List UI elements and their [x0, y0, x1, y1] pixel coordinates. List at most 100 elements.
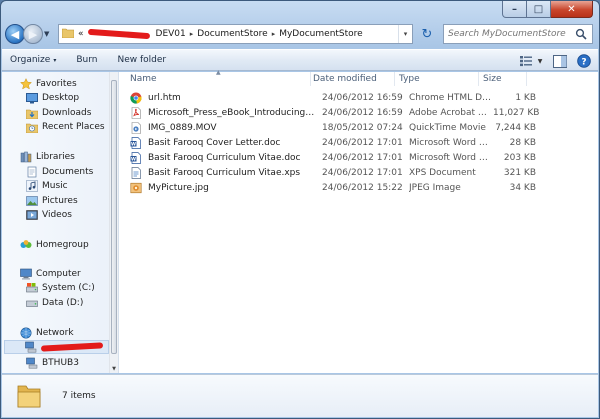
help-button[interactable]: ? [576, 53, 592, 69]
file-date: 24/06/2012 15:22 [322, 183, 403, 193]
toolbar-right-group: ▼ ? [510, 53, 592, 69]
nav-item-label: Documents [42, 167, 94, 177]
scroll-down-arrow[interactable]: ▼ [110, 366, 118, 372]
file-date: 18/05/2012 07:24 [322, 123, 403, 133]
breadcrumb-mydocumentstore[interactable]: MyDocumentStore [279, 29, 363, 39]
file-list: Name Date modified Type Size ▲ url.htm 2… [120, 69, 598, 373]
nav-network[interactable]: Network [20, 326, 74, 340]
file-type: Chrome HTML Do... [409, 93, 493, 103]
file-name: Basit Farooq Cover Letter.doc [148, 138, 281, 148]
file-date: 24/06/2012 17:01 [322, 153, 403, 163]
nav-item-label: Computer [36, 269, 81, 279]
file-type: Microsoft Word 9... [409, 153, 493, 163]
file-row[interactable]: W Basit Farooq Cover Letter.doc 24/06/20… [120, 136, 541, 150]
network-computer-icon [25, 341, 37, 353]
file-row[interactable]: Microsoft_Press_eBook_Introducing_Micr..… [120, 106, 541, 120]
file-date: 24/06/2012 16:59 [322, 93, 403, 103]
svg-text:W: W [131, 156, 136, 162]
preview-pane-button[interactable] [552, 53, 568, 69]
view-options-dropdown[interactable]: ▼ [536, 53, 544, 69]
file-size: 34 KB [509, 183, 536, 193]
change-view-button[interactable] [518, 53, 534, 69]
nav-documents[interactable]: Documents [26, 165, 93, 179]
scrollbar-thumb[interactable] [111, 80, 117, 354]
computer-icon [20, 268, 32, 280]
breadcrumb-separator[interactable]: ▸ [272, 30, 276, 38]
nav-data-d[interactable]: Data (D:) [26, 296, 83, 310]
address-dropdown-button[interactable]: ▾ [398, 25, 412, 43]
file-row[interactable]: IMG_0889.MOV 18/05/2012 07:24 QuickTime … [120, 121, 541, 135]
file-row[interactable]: W Basit Farooq Curriculum Vitae.doc 24/0… [120, 151, 541, 165]
file-type: QuickTime Movie [409, 123, 486, 133]
file-date: 24/06/2012 16:59 [322, 108, 403, 118]
nav-item-label: Data (D:) [42, 298, 84, 308]
column-header-date-modified[interactable]: Date modified [311, 72, 395, 86]
file-row[interactable]: Basit Farooq Curriculum Vitae.xps 24/06/… [120, 166, 541, 180]
nav-bthub3[interactable]: BTHUB3 [26, 356, 79, 370]
address-bar[interactable]: « DEV01 ▸ DocumentStore ▸ MyDocumentStor… [58, 24, 413, 44]
breadcrumb-dev01[interactable]: DEV01 [156, 29, 186, 39]
search-icon[interactable] [575, 28, 587, 43]
nav-item-label: Music [42, 181, 68, 191]
nav-item-label: Recent Places [42, 122, 105, 132]
close-button[interactable]: ✕ [551, 1, 593, 18]
forward-button[interactable]: ▶ [23, 24, 43, 44]
breadcrumb-documentstore[interactable]: DocumentStore [197, 29, 267, 39]
nav-downloads[interactable]: Downloads [26, 106, 91, 120]
column-header-row: Name Date modified Type Size ▲ [120, 69, 598, 86]
nav-system-c[interactable]: System (C:) [26, 281, 95, 295]
nav-homegroup[interactable]: Homegroup [20, 238, 89, 252]
organize-button[interactable]: Organize ▾ [10, 55, 56, 65]
nav-desktop[interactable]: Desktop [26, 91, 79, 105]
back-button[interactable]: ◀ [5, 24, 25, 44]
recent-pages-dropdown[interactable]: ▼ [44, 30, 54, 38]
column-header-size[interactable]: Size [479, 72, 527, 86]
nav-pictures[interactable]: Pictures [26, 194, 78, 208]
organize-label: Organize [10, 55, 51, 65]
file-type: XPS Document [409, 168, 476, 178]
nav-computer[interactable]: Computer [20, 267, 81, 281]
file-name: IMG_0889.MOV [148, 123, 217, 133]
downloads-icon [26, 109, 38, 119]
star-icon [20, 78, 32, 90]
nav-item-label: Videos [42, 210, 72, 220]
search-input[interactable] [448, 29, 588, 39]
folder-icon [16, 381, 42, 412]
nav-favorites[interactable]: Favorites [20, 77, 77, 91]
refresh-button[interactable]: ↻ [415, 24, 439, 44]
search-box[interactable] [443, 24, 593, 44]
file-row[interactable]: MyPicture.jpg 24/06/2012 15:22 JPEG Imag… [120, 181, 541, 195]
breadcrumb-separator[interactable]: ▸ [190, 30, 194, 38]
pdf-icon [130, 107, 146, 119]
burn-button[interactable]: Burn [76, 55, 97, 65]
sort-indicator-icon: ▲ [216, 69, 221, 76]
file-name: Basit Farooq Curriculum Vitae.xps [148, 168, 301, 178]
nav-recent-places[interactable]: Recent Places [26, 120, 105, 134]
new-folder-button[interactable]: New folder [117, 55, 166, 65]
column-header-type[interactable]: Type [395, 72, 479, 86]
command-toolbar: Organize ▾ Burn New folder ▼ ? [2, 49, 598, 71]
minimize-button[interactable]: – [502, 1, 527, 18]
redaction-mark [40, 342, 104, 352]
navigation-bar: ◀ ▶ ▼ « DEV01 ▸ DocumentStore ▸ MyDocume… [5, 21, 593, 47]
preview-pane-icon [553, 54, 567, 68]
address-overflow-chevron[interactable]: « [78, 29, 84, 39]
svg-text:?: ? [581, 58, 586, 68]
xps-doc-icon [130, 167, 146, 179]
file-name: Microsoft_Press_eBook_Introducing_Micr..… [148, 108, 316, 118]
nav-videos[interactable]: Videos [26, 208, 72, 222]
maximize-button[interactable]: □ [527, 1, 551, 18]
nav-music[interactable]: Music [26, 179, 68, 193]
file-size: 1 KB [515, 93, 536, 103]
recent-places-icon [26, 123, 38, 133]
caption-buttons: – □ ✕ [502, 1, 593, 18]
arrow-left-icon: ◀ [10, 27, 20, 41]
nav-libraries[interactable]: Libraries [20, 150, 75, 164]
homegroup-icon [20, 240, 32, 248]
network-icon [20, 327, 32, 339]
navigation-scrollbar[interactable]: ▼ [109, 72, 118, 373]
file-row[interactable]: url.htm 24/06/2012 16:59 Chrome HTML Do.… [120, 91, 541, 105]
file-type: Adobe Acrobat D... [409, 108, 493, 118]
nav-network-computer-redacted[interactable] [4, 340, 109, 354]
file-name: Basit Farooq Curriculum Vitae.doc [148, 153, 301, 163]
